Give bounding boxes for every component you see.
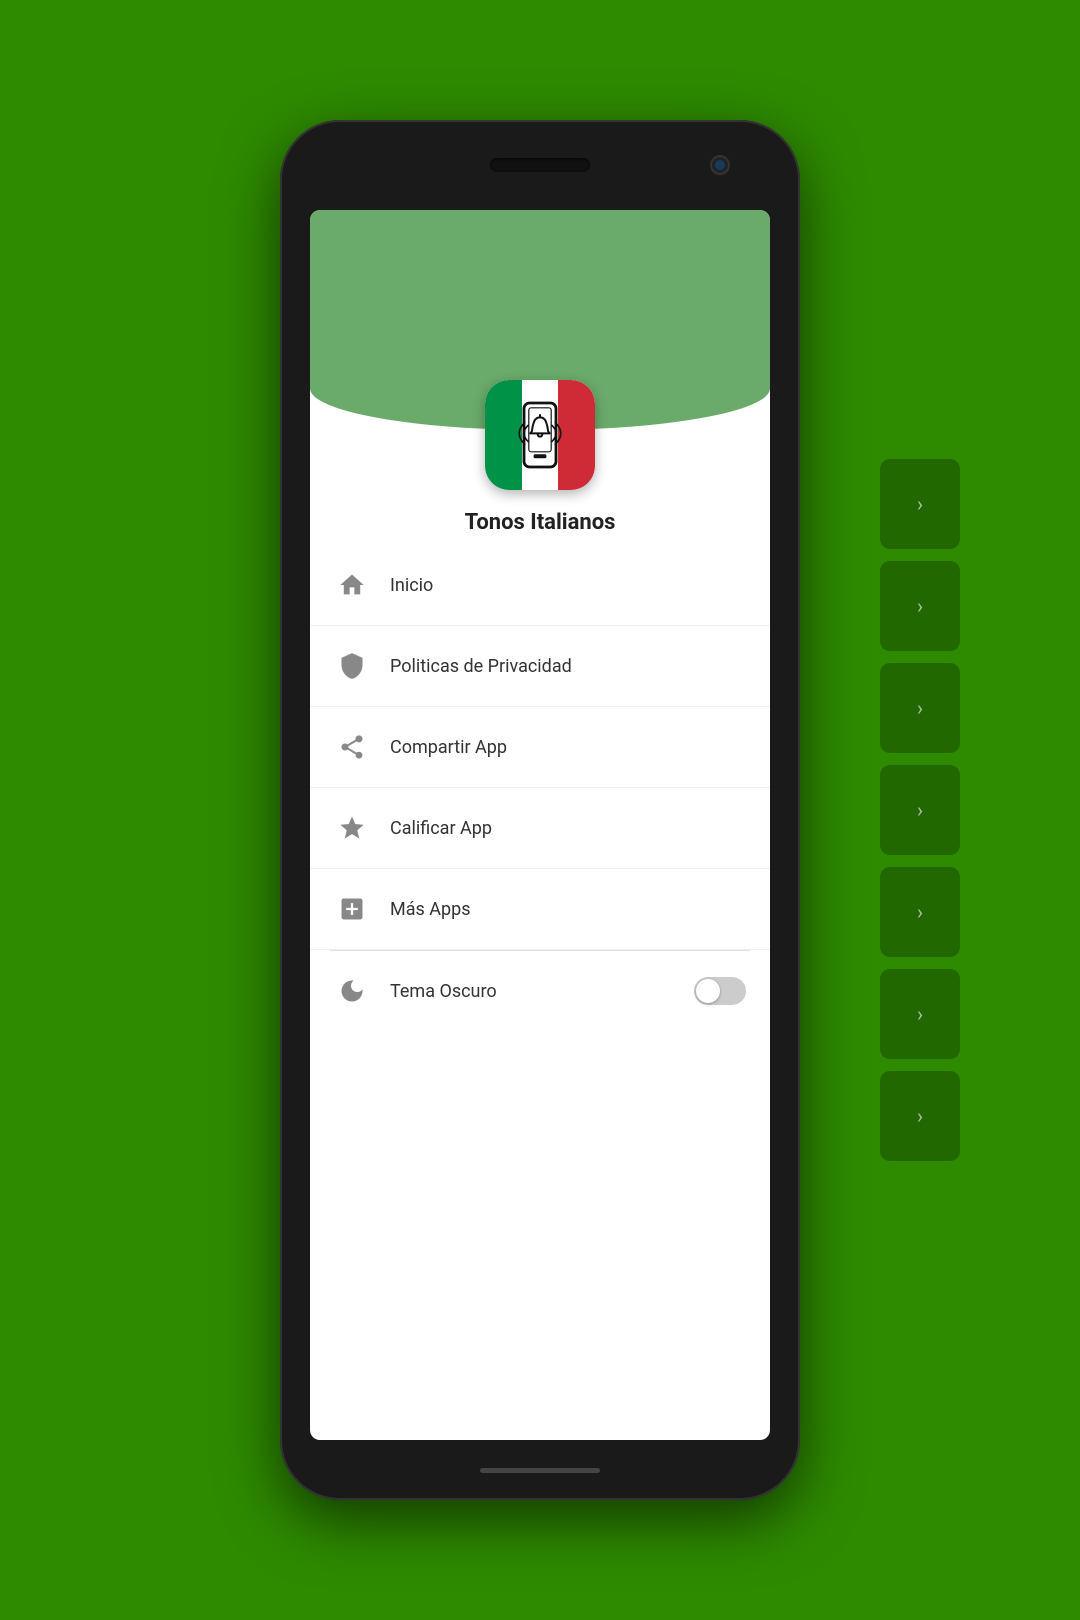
menu-label-inicio: Inicio	[390, 575, 746, 596]
menu-list: Inicio Politicas de Privacidad Com	[310, 535, 770, 1440]
menu-label-calificar: Calificar App	[390, 818, 746, 839]
chevron-right-icon: ›	[917, 1104, 923, 1128]
plus-square-icon	[334, 891, 370, 927]
chevron-right-icon: ›	[917, 696, 923, 720]
screen-header	[310, 210, 770, 430]
menu-label-privacidad: Politicas de Privacidad	[390, 656, 746, 677]
dark-mode-toggle[interactable]	[694, 977, 746, 1005]
app-icon	[485, 380, 595, 490]
toggle-thumb	[696, 979, 720, 1003]
menu-label-mas-apps: Más Apps	[390, 899, 746, 920]
menu-item-compartir[interactable]: Compartir App	[310, 707, 770, 788]
shield-icon	[334, 648, 370, 684]
bell-phone-icon	[500, 395, 580, 475]
side-panel: ›	[880, 459, 960, 549]
menu-label-tema-oscuro: Tema Oscuro	[390, 981, 694, 1002]
home-indicator	[480, 1468, 600, 1473]
side-panel: ›	[880, 969, 960, 1059]
menu-item-inicio[interactable]: Inicio	[310, 545, 770, 626]
phone-bottom-bar	[280, 1440, 800, 1500]
phone-top-bar	[280, 120, 800, 210]
phone-device: Tonos Italianos Inicio Politic	[280, 120, 800, 1500]
home-icon	[334, 567, 370, 603]
app-title: Tonos Italianos	[310, 510, 770, 535]
menu-label-compartir: Compartir App	[390, 737, 746, 758]
side-panel: ›	[880, 663, 960, 753]
chevron-right-icon: ›	[917, 594, 923, 618]
side-panel: ›	[880, 765, 960, 855]
bell-phone-svg	[500, 390, 580, 480]
side-panel: ›	[880, 1071, 960, 1161]
chevron-right-icon: ›	[917, 492, 923, 516]
menu-item-tema-oscuro[interactable]: Tema Oscuro	[310, 951, 770, 1031]
camera	[710, 155, 730, 175]
side-panel: ›	[880, 561, 960, 651]
speaker	[490, 158, 590, 172]
toggle-switch[interactable]	[694, 977, 746, 1005]
moon-icon	[334, 973, 370, 1009]
menu-item-calificar[interactable]: Calificar App	[310, 788, 770, 869]
chevron-right-icon: ›	[917, 798, 923, 822]
share-icon	[334, 729, 370, 765]
phone-screen: Tonos Italianos Inicio Politic	[310, 210, 770, 1440]
app-icon-container	[485, 380, 595, 490]
side-panel: ›	[880, 867, 960, 957]
chevron-right-icon: ›	[917, 900, 923, 924]
chevron-right-icon: ›	[917, 1002, 923, 1026]
side-panels: › › › › › › ›	[880, 459, 960, 1161]
star-icon	[334, 810, 370, 846]
menu-item-privacidad[interactable]: Politicas de Privacidad	[310, 626, 770, 707]
menu-item-mas-apps[interactable]: Más Apps	[310, 869, 770, 950]
